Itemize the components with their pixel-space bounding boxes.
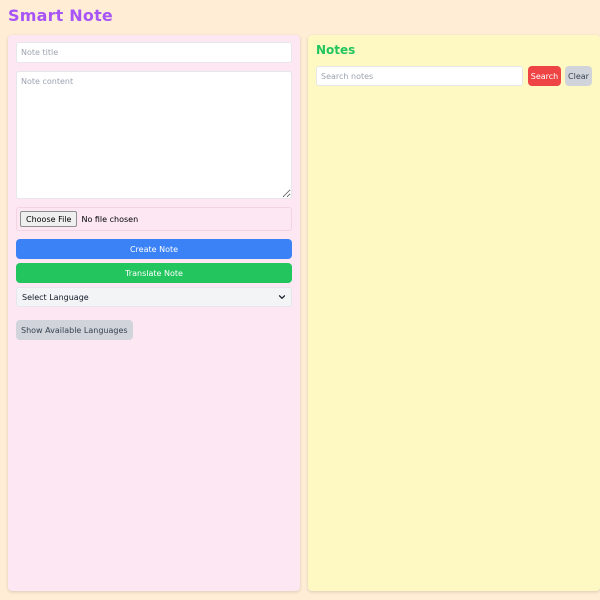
app-title: Smart Note bbox=[8, 6, 113, 25]
note-editor-panel: Choose File No file chosen Create Note T… bbox=[8, 35, 300, 591]
chevron-down-icon bbox=[278, 293, 286, 301]
clear-button[interactable]: Clear bbox=[565, 66, 592, 86]
show-available-languages-button[interactable]: Show Available Languages bbox=[16, 320, 133, 340]
choose-file-button[interactable]: Choose File bbox=[20, 211, 78, 227]
search-notes-input[interactable] bbox=[316, 66, 523, 86]
search-button[interactable]: Search bbox=[528, 66, 561, 86]
note-title-input[interactable] bbox=[16, 42, 292, 63]
language-select[interactable]: Select Language bbox=[16, 287, 292, 307]
note-content-textarea[interactable] bbox=[16, 71, 292, 199]
notes-panel: Notes Search Clear bbox=[308, 35, 600, 591]
language-select-value: Select Language bbox=[22, 292, 89, 302]
create-note-button[interactable]: Create Note bbox=[16, 239, 292, 259]
file-input[interactable]: Choose File No file chosen bbox=[16, 207, 292, 231]
notes-heading: Notes bbox=[316, 43, 356, 57]
file-status-text: No file chosen bbox=[81, 214, 139, 224]
translate-note-button[interactable]: Translate Note bbox=[16, 263, 292, 283]
